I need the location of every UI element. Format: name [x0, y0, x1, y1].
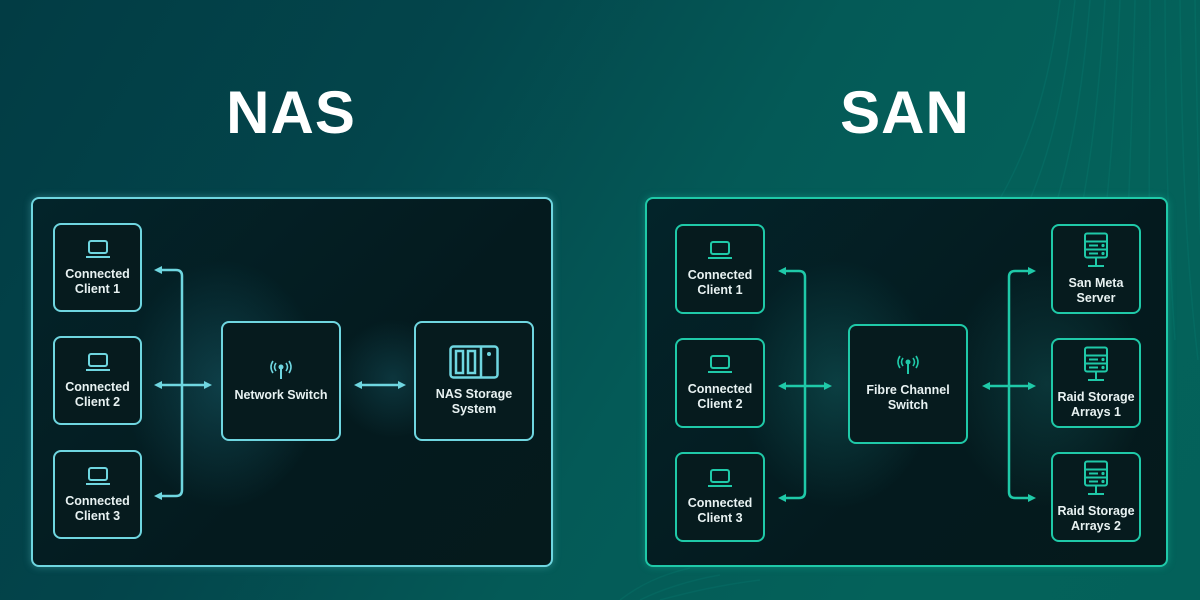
san-raid-storage-arrays-1[interactable]: Raid Storage Arrays 1 — [1051, 338, 1141, 428]
san-diagram-panel: Connected Client 1 Connected Client 2 Co… — [645, 197, 1168, 567]
node-label: Fibre Channel — [866, 383, 950, 397]
node-label: System — [451, 402, 497, 416]
nas-network-switch[interactable]: Network Switch — [221, 321, 341, 441]
laptop-icon — [85, 352, 110, 371]
node-label: Arrays 2 — [1070, 519, 1122, 533]
node-label: Server — [1076, 291, 1116, 305]
nas-diagram-panel: Connected Client 1 Connected Client 2 Co… — [31, 197, 553, 567]
nas-title: NAS — [226, 79, 356, 146]
nas-storage-system[interactable]: NAS Storage System — [414, 321, 534, 441]
antenna-icon — [270, 360, 292, 379]
laptop-icon — [85, 239, 110, 258]
san-fibre-channel-switch[interactable]: Fibre Channel Switch — [848, 324, 968, 444]
node-label: Client 3 — [697, 511, 743, 525]
node-label: Raid Storage — [1057, 390, 1135, 404]
node-label: San Meta — [1068, 276, 1124, 290]
node-label: Client 1 — [74, 281, 121, 296]
antenna-icon — [897, 355, 919, 374]
laptop-icon — [708, 241, 732, 259]
san-server-bus-line — [1007, 267, 1036, 502]
node-label: Connected — [65, 493, 130, 508]
node-label: Client 2 — [697, 397, 743, 411]
nas-client-1[interactable]: Connected Client 1 — [53, 223, 142, 312]
node-label: Raid Storage — [1057, 504, 1135, 518]
san-client-2[interactable]: Connected Client 2 — [675, 338, 765, 428]
node-label: Client 1 — [697, 283, 743, 297]
node-label: Client 2 — [74, 394, 121, 409]
node-label: Switch — [887, 398, 929, 412]
san-title: SAN — [840, 79, 970, 146]
san-meta-server[interactable]: San Meta Server — [1051, 224, 1141, 314]
node-label: Connected — [687, 496, 753, 510]
node-label: Connected — [65, 266, 130, 281]
node-label: Connected — [65, 379, 130, 394]
san-client-1[interactable]: Connected Client 1 — [675, 224, 765, 314]
nas-client-3[interactable]: Connected Client 3 — [53, 450, 142, 539]
node-label: Client 3 — [74, 508, 121, 523]
node-label: Connected — [687, 268, 753, 282]
node-label: Network Switch — [234, 387, 328, 402]
san-client-3[interactable]: Connected Client 3 — [675, 452, 765, 542]
server-icon — [1084, 346, 1108, 381]
laptop-icon — [708, 469, 732, 487]
node-label: Connected — [687, 382, 753, 396]
server-icon — [1084, 460, 1108, 495]
server-icon — [1084, 232, 1108, 267]
san-raid-storage-arrays-2[interactable]: Raid Storage Arrays 2 — [1051, 452, 1141, 542]
san-client-bus-line — [778, 267, 807, 502]
laptop-icon — [85, 466, 110, 485]
laptop-icon — [708, 355, 732, 373]
node-label: NAS Storage — [435, 387, 513, 401]
node-label: Arrays 1 — [1070, 405, 1122, 419]
nas-client-2[interactable]: Connected Client 2 — [53, 336, 142, 425]
storage-rack-icon — [449, 345, 499, 379]
nas-bus-line — [154, 266, 184, 500]
